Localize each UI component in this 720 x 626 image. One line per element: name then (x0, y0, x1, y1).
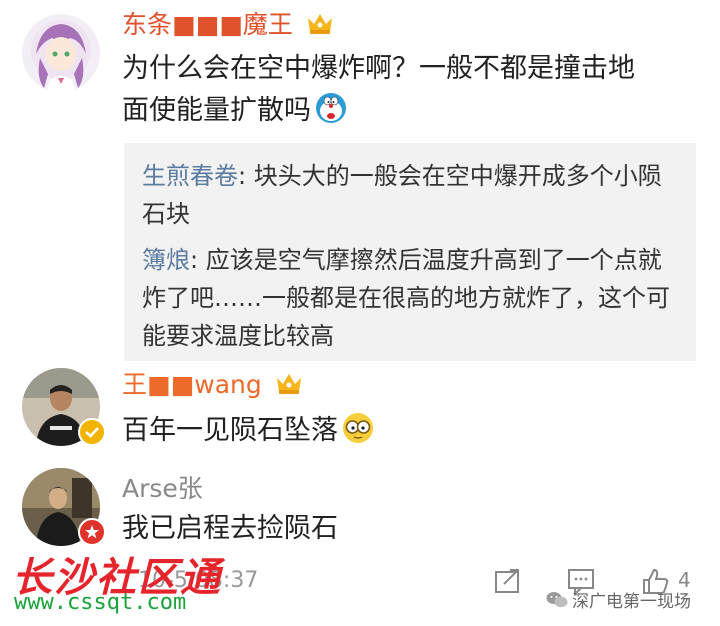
watermark-url: www.cssqt.com (14, 590, 187, 615)
doraemon-emoji-icon (316, 93, 346, 123)
reply-author[interactable]: 簿烺 (142, 246, 190, 274)
crown-icon (307, 14, 332, 34)
reply-author[interactable]: 生煎春卷 (142, 162, 238, 190)
comment-text: 为什么会在空中爆炸啊？一般不都是撞击地 面使能量扩散吗 (122, 53, 635, 126)
comment-author[interactable]: 东条■■■魔王 (122, 10, 335, 40)
verified-badge-icon (78, 418, 106, 446)
wechat-icon (546, 591, 568, 607)
watermark-wechat: 深广电第一现场 (546, 587, 691, 612)
reply-item[interactable]: 生煎春卷: 块头大的一般会在空中爆开成多个小陨石块 (142, 157, 682, 233)
reply-text: 应该是空气摩擦然后温度升高到了一个点就炸了吧……一般都是在很高的地方就炸了，这个… (142, 246, 670, 350)
comment-text: 百年一见陨石坠落 (122, 410, 374, 452)
vip-badge-icon (78, 518, 106, 546)
comment-author[interactable]: Arse张 (122, 474, 203, 504)
comment-text: 我已启程去捡陨石 (122, 513, 338, 544)
avatar[interactable] (22, 14, 100, 92)
comment-author[interactable]: 王■■wang (122, 370, 304, 400)
crown-icon (276, 374, 301, 394)
reply-thread[interactable]: 生煎春卷: 块头大的一般会在空中爆开成多个小陨石块 簿烺: 应该是空气摩擦然后温… (124, 143, 696, 361)
nerd-glasses-emoji-icon (343, 413, 373, 443)
share-icon[interactable] (493, 566, 523, 596)
reply-item[interactable]: 簿烺: 应该是空气摩擦然后温度升高到了一个点就炸了吧……一般都是在很高的地方就炸… (142, 241, 682, 355)
